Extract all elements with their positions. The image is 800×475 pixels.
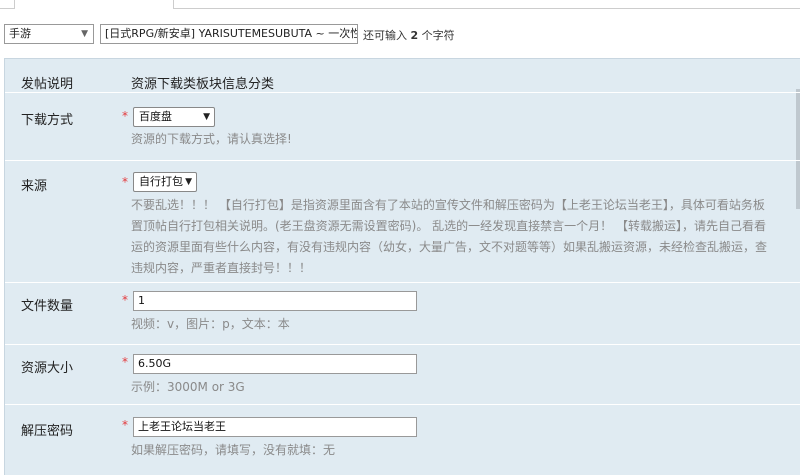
download-method-label: 下载方式 xyxy=(21,113,74,128)
download-method-select[interactable]: 百度盘 ▼ xyxy=(133,107,215,127)
post-type-value: 手游 xyxy=(9,27,31,40)
password-label: 解压密码 xyxy=(21,424,74,439)
file-count-label: 文件数量 xyxy=(21,299,74,314)
password-input[interactable]: 上老王论坛当老王 xyxy=(133,417,417,437)
title-input[interactable]: [日式RPG/新安卓] YARISUTEMESUBUTA ~ 一次性交易大 xyxy=(100,24,358,44)
file-count-hint: 视频：v，图片：p，文本：本 xyxy=(131,317,290,331)
size-input[interactable]: 6.50G xyxy=(133,354,417,374)
required-mark: * xyxy=(122,175,128,189)
row-password: 解压密码 * 上老王论坛当老王 如果解压密码，请填写，没有就填：无 xyxy=(5,405,800,475)
file-count-input[interactable]: 1 xyxy=(133,291,417,311)
info-text: 资源下载类板块信息分类 xyxy=(131,77,275,92)
password-hint: 如果解压密码，请填写，没有就填：无 xyxy=(131,443,336,457)
row-file-count: 文件数量 * 1 视频：v，图片：p，文本：本 xyxy=(5,283,800,345)
post-type-select[interactable]: 手游 ▼ xyxy=(4,24,94,44)
download-method-hint: 资源的下载方式，请认真选择! xyxy=(131,132,292,146)
info-label: 发帖说明 xyxy=(21,77,74,92)
row-size: 资源大小 * 6.50G 示例：3000M or 3G xyxy=(5,345,800,405)
row-source: 来源 * 自行打包 ▼ 不要乱选！！！ 【自行打包】是指资源里面含有了本站的宣传… xyxy=(5,161,800,283)
char-count: 2 xyxy=(410,29,419,42)
required-mark: * xyxy=(122,355,128,369)
required-mark: * xyxy=(122,293,128,307)
top-tab-bar xyxy=(0,0,800,9)
required-mark: * xyxy=(122,109,128,123)
chevron-down-icon: ▼ xyxy=(185,177,192,187)
row-info: 发帖说明 资源下载类板块信息分类 xyxy=(5,59,800,93)
chevron-down-icon: ▼ xyxy=(203,112,210,122)
source-select[interactable]: 自行打包 ▼ xyxy=(133,172,197,192)
row-download-method: 下载方式 * 百度盘 ▼ 资源的下载方式，请认真选择! xyxy=(5,93,800,161)
title-row: 手游 ▼ [日式RPG/新安卓] YARISUTEMESUBUTA ~ 一次性交… xyxy=(0,24,800,46)
char-count-hint: 还可输入 2 个字符 xyxy=(363,29,455,42)
required-mark: * xyxy=(122,418,128,432)
source-description: 不要乱选！！！ 【自行打包】是指资源里面含有了本站的宣传文件和解压密码为【上老王… xyxy=(131,198,768,275)
source-label: 来源 xyxy=(21,179,48,194)
active-tab[interactable] xyxy=(14,0,174,9)
size-hint: 示例：3000M or 3G xyxy=(131,380,245,394)
thread-type-panel: 发帖说明 资源下载类板块信息分类 下载方式 * 百度盘 ▼ 资源的下载方式，请认… xyxy=(4,58,800,475)
size-label: 资源大小 xyxy=(21,361,74,376)
chevron-down-icon: ▼ xyxy=(81,29,88,39)
